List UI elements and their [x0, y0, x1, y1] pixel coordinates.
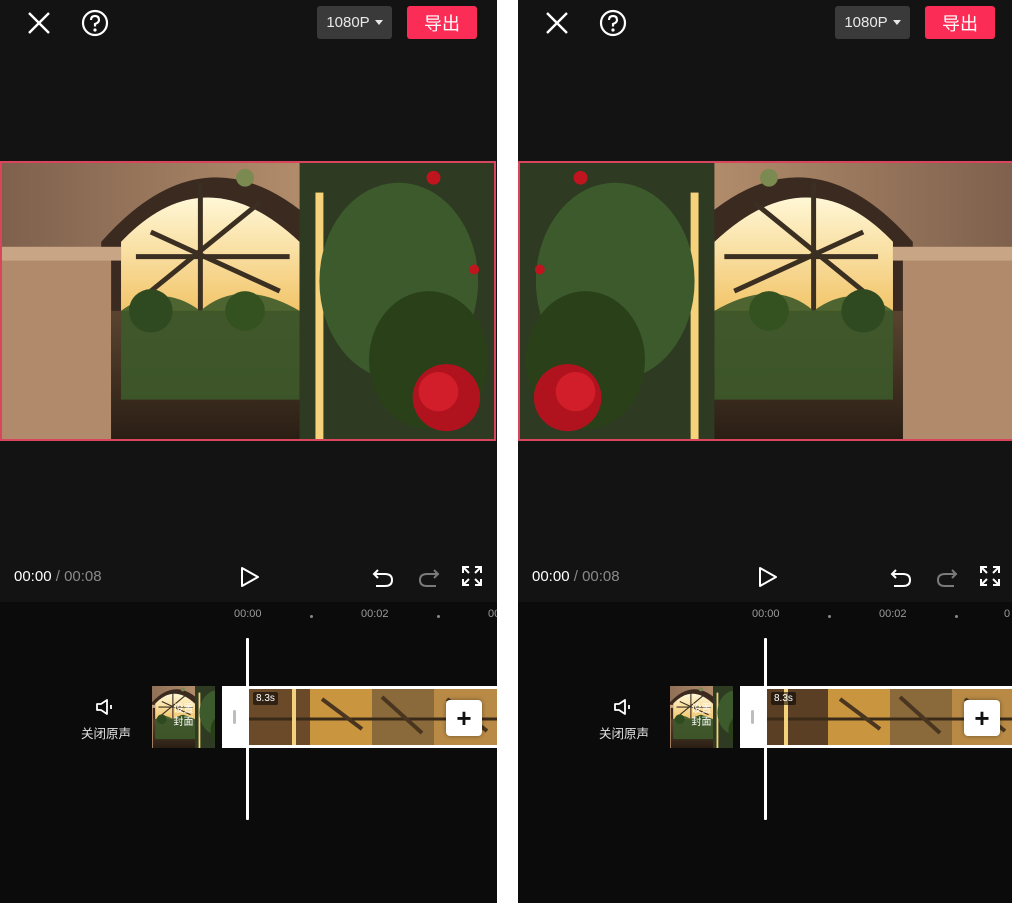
- clip-trim-handle[interactable]: [222, 686, 248, 748]
- clip-duration-badge: 8.3s: [771, 692, 796, 705]
- video-preview[interactable]: [0, 161, 496, 441]
- mute-original-audio-button[interactable]: 关闭原声: [598, 698, 650, 742]
- ruler-tick-2: 0: [1004, 608, 1011, 620]
- caret-down-icon: [892, 20, 901, 25]
- play-button[interactable]: [236, 564, 262, 595]
- time-display: 00:00 / 00:08: [532, 568, 620, 585]
- clip-duration-badge: 8.3s: [253, 692, 278, 705]
- fullscreen-icon: [980, 566, 1000, 586]
- resolution-label: 1080P: [844, 14, 888, 31]
- mute-label: 关闭原声: [598, 727, 649, 741]
- undo-icon: [372, 569, 394, 587]
- undo-button[interactable]: [888, 564, 914, 595]
- ruler-tick-1: 00:02: [879, 608, 907, 620]
- resolution-label: 1080P: [326, 14, 370, 31]
- close-button[interactable]: [24, 8, 54, 38]
- caret-down-icon: [374, 20, 383, 25]
- timeline-panel: 00:00 00:02 0 关闭原声 设置 封面 8.3s +: [518, 602, 1012, 903]
- ruler-dot: [310, 615, 313, 618]
- trim-grip: [751, 710, 754, 724]
- current-time: 00:00: [532, 568, 570, 585]
- fullscreen-button[interactable]: [978, 564, 1002, 593]
- redo-icon: [936, 569, 958, 587]
- speaker-icon: [614, 699, 630, 715]
- video-frame-image-mirrored: [520, 163, 1012, 439]
- time-separator: /: [55, 568, 60, 585]
- ruler-dot: [828, 615, 831, 618]
- cover-label: 设置 封面: [166, 703, 202, 729]
- help-icon: [81, 9, 109, 37]
- total-time: 00:08: [64, 568, 102, 585]
- mute-label: 关闭原声: [80, 727, 131, 741]
- playback-controls: 00:00 / 00:08: [0, 562, 497, 592]
- redo-button[interactable]: [934, 564, 960, 595]
- set-cover-button[interactable]: 设置 封面: [152, 686, 215, 748]
- cover-label-line1: 设置: [173, 704, 194, 715]
- play-button[interactable]: [754, 564, 780, 595]
- help-button[interactable]: [80, 8, 110, 38]
- total-time: 00:08: [582, 568, 620, 585]
- add-clip-button[interactable]: +: [964, 700, 1000, 736]
- close-icon: [28, 12, 50, 34]
- close-icon: [546, 12, 568, 34]
- set-cover-button[interactable]: 设置 封面: [670, 686, 733, 748]
- time-ruler: 00:00 00:02 0: [518, 608, 1012, 624]
- editor-screen-right: 1080P 导出 00:00 / 00:08 00:00 00:02 0 关闭原…: [518, 0, 1012, 903]
- plus-icon: +: [974, 702, 990, 733]
- export-button[interactable]: 导出: [925, 6, 995, 39]
- help-button[interactable]: [598, 8, 628, 38]
- cover-label-line2: 封面: [691, 717, 712, 728]
- export-button[interactable]: 导出: [407, 6, 477, 39]
- cover-label: 设置 封面: [684, 703, 720, 729]
- play-icon: [241, 567, 259, 587]
- redo-button[interactable]: [416, 564, 442, 595]
- top-bar: 1080P 导出: [0, 0, 497, 46]
- help-icon: [599, 9, 627, 37]
- fullscreen-icon: [462, 566, 482, 586]
- current-time: 00:00: [14, 568, 52, 585]
- top-bar: 1080P 导出: [518, 0, 1012, 46]
- play-icon: [759, 567, 777, 587]
- undo-button[interactable]: [370, 564, 396, 595]
- time-display: 00:00 / 00:08: [14, 568, 102, 585]
- ruler-dot: [955, 615, 958, 618]
- ruler-tick-0: 00:00: [234, 608, 262, 620]
- ruler-tick-2: 00: [488, 608, 497, 620]
- video-frame-image: [2, 163, 494, 439]
- mute-original-audio-button[interactable]: 关闭原声: [80, 698, 132, 742]
- ruler-tick-1: 00:02: [361, 608, 389, 620]
- clip-trim-handle[interactable]: [740, 686, 766, 748]
- undo-icon: [890, 569, 912, 587]
- ruler-tick-0: 00:00: [752, 608, 780, 620]
- editor-screen-left: 1080P 导出 00:00 / 00:08 00:00 00:02 0 关闭原…: [0, 0, 497, 903]
- cover-label-line2: 封面: [173, 717, 194, 728]
- playback-controls: 00:00 / 00:08: [518, 562, 1012, 592]
- redo-icon: [418, 569, 440, 587]
- cover-label-line1: 设置: [691, 704, 712, 715]
- time-separator: /: [573, 568, 578, 585]
- ruler-dot: [437, 615, 440, 618]
- fullscreen-button[interactable]: [460, 564, 484, 593]
- video-preview[interactable]: [518, 161, 1012, 441]
- plus-icon: +: [456, 702, 472, 733]
- trim-grip: [233, 710, 236, 724]
- resolution-dropdown[interactable]: 1080P: [317, 6, 392, 39]
- resolution-dropdown[interactable]: 1080P: [835, 6, 910, 39]
- time-ruler: 00:00 00:02 00: [0, 608, 497, 624]
- close-button[interactable]: [542, 8, 572, 38]
- add-clip-button[interactable]: +: [446, 700, 482, 736]
- timeline-panel: 00:00 00:02 00 关闭原声 设置 封面: [0, 602, 497, 903]
- speaker-icon: [96, 699, 112, 715]
- playhead[interactable]: [246, 638, 249, 820]
- playhead[interactable]: [764, 638, 767, 820]
